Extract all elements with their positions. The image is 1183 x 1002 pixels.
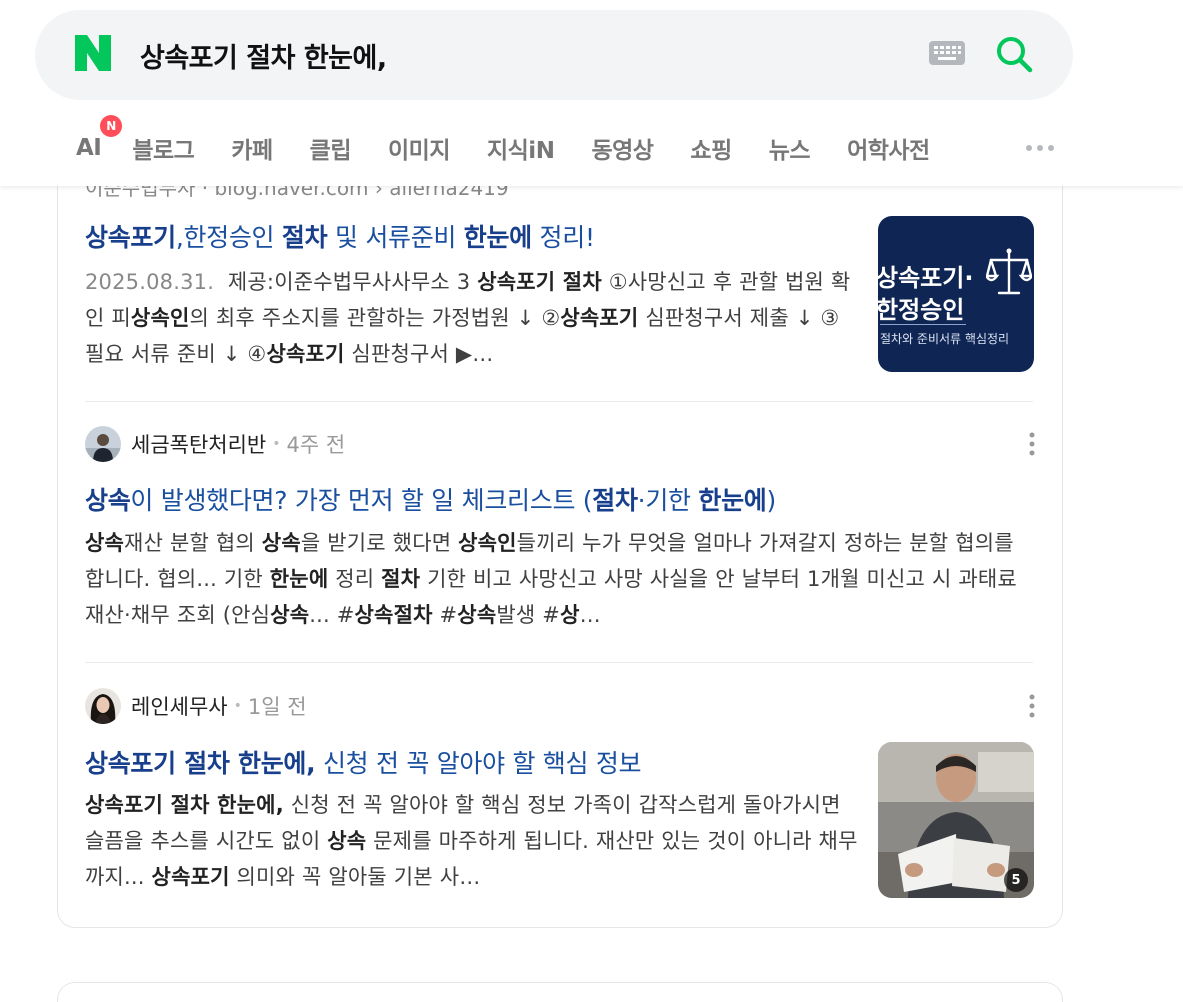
desc-text: 발생 # (496, 603, 561, 627)
search-tabs: AI N 블로그 카페 클립 이미지 지식iN 동영상 쇼핑 뉴스 어학사전 (76, 115, 967, 168)
title-text: ·기한 (637, 486, 699, 515)
search-icon[interactable] (994, 34, 1034, 74)
desc-highlight: 한눈에 (269, 567, 329, 591)
title-text: 이 발생했다면? 가장 먼저 할 일 체크리스트 ( (130, 486, 593, 515)
result-title-2[interactable]: 상속이 발생했다면? 가장 먼저 할 일 체크리스트 (절차·기한 한눈에) (85, 481, 776, 517)
desc-text: 을 받기로 했다면 (300, 531, 459, 555)
tab-news[interactable]: 뉴스 (769, 131, 811, 165)
author-name[interactable]: 세금폭탄처리반 (131, 429, 266, 459)
tab-image[interactable]: 이미지 (388, 131, 450, 165)
desc-text: 심판청구서 ▶… (344, 342, 494, 366)
result-divider (85, 401, 1033, 402)
title-text: 정리! (531, 223, 595, 252)
separator-dot: • (272, 436, 281, 452)
desc-highlight: 상속인 (458, 531, 517, 555)
result-thumbnail-3[interactable]: 5 (878, 742, 1034, 898)
title-highlight: 절차 (592, 486, 638, 515)
tab-shopping[interactable]: 쇼핑 (690, 131, 732, 165)
result-title-3[interactable]: 상속포기 절차 한눈에, 신청 전 꼭 알아야 할 핵심 정보 (85, 744, 642, 780)
desc-highlight: 상속 (270, 603, 310, 627)
kebab-icon[interactable] (1024, 431, 1040, 457)
thumb-subtitle: 절차와 준비서류 핵심정리 (880, 332, 1010, 346)
post-date: 2025.08.31. (85, 270, 215, 294)
result-desc-2[interactable]: 상속재산 분할 협의 상속을 받기로 했다면 상속인들끼리 누가 무엇을 얼마나… (85, 525, 1033, 633)
tab-video[interactable]: 동영상 (591, 131, 653, 165)
desc-highlight: 상속포기 절차 한눈에, (85, 793, 284, 817)
desc-highlight: 상속포기 (560, 306, 639, 330)
desc-text: 정리 (328, 567, 382, 591)
title-highlight: 절차 (281, 223, 328, 252)
title-text: ,한정승인 (175, 223, 282, 252)
tab-dictionary[interactable]: 어학사전 (847, 131, 930, 165)
title-text: ) (766, 486, 776, 515)
desc-highlight: 상속포기 (266, 342, 345, 366)
desc-text: 재산 분할 협의 (124, 531, 262, 555)
desc-text: 의미와 꼭 알아둘 기본 사… (229, 865, 481, 889)
kebab-icon[interactable] (1024, 693, 1040, 719)
post-time: 1일 전 (247, 695, 307, 719)
desc-highlight: 상속 (457, 603, 497, 627)
author-row-3[interactable]: 레인세무사 • 1일 전 (85, 688, 307, 724)
desc-text: ... # (309, 603, 355, 627)
naver-logo-icon[interactable] (72, 34, 114, 72)
desc-text: 의 최후 주소지를 관할하는 가정법원 ↓ ② (189, 306, 561, 330)
scale-icon (986, 248, 1032, 295)
title-highlight: 상속포기 절차 한눈에, (85, 749, 316, 778)
title-highlight: 상속 (85, 486, 131, 515)
author-name[interactable]: 레인세무사 (131, 691, 228, 721)
search-header: 상속포기 절차 한눈에, AI N 블로그 카페 클립 이미지 지식iN 동영상… (0, 0, 1183, 186)
title-highlight: 한눈에 (463, 223, 532, 252)
desc-highlight: 상속 (261, 531, 301, 555)
tab-blog[interactable]: 블로그 (132, 131, 194, 165)
new-badge: N (100, 115, 122, 137)
title-highlight: 상속포기 (85, 223, 176, 252)
tab-label: AI (76, 135, 102, 161)
separator-dot: • (233, 698, 242, 714)
title-highlight: 한눈에 (698, 486, 767, 515)
thumb-title-line1: 상속포기· (878, 264, 974, 292)
thumb-divider (880, 324, 966, 325)
desc-highlight: 상속포기 절차 (477, 270, 602, 294)
title-text: 및 서류준비 (327, 223, 464, 252)
photo-count-badge: 5 (1004, 868, 1028, 892)
result-divider (85, 662, 1033, 663)
result-desc-3[interactable]: 상속포기 절차 한눈에, 신청 전 꼭 알아야 할 핵심 정보 가족이 갑작스럽… (85, 787, 861, 895)
result-desc-1[interactable]: 2025.08.31. 제공:이준수법무사사무소 3 상속포기 절차 ①사망신고… (85, 264, 853, 372)
next-results-card (57, 982, 1063, 1002)
thumb-title-line2: 한정승인 (878, 296, 965, 324)
tab-clip[interactable]: 클립 (310, 131, 352, 165)
avatar[interactable] (85, 688, 121, 724)
desc-highlight: 상속 (85, 531, 125, 555)
result-thumbnail-1[interactable]: 상속포기· 한정승인 절차와 준비서류 핵심정리 (878, 216, 1034, 372)
desc-highlight: 상속절차 (354, 603, 433, 627)
tab-cafe[interactable]: 카페 (231, 131, 273, 165)
desc-text: … (579, 603, 601, 627)
result-title-1[interactable]: 상속포기,한정승인 절차 및 서류준비 한눈에 정리! (85, 218, 595, 254)
search-input[interactable]: 상속포기 절차 한눈에, (140, 36, 387, 75)
post-time: 4주 전 (286, 433, 346, 457)
desc-highlight: 상 (560, 603, 580, 627)
avatar[interactable] (85, 426, 121, 462)
desc-highlight: 상속포기 (151, 865, 230, 889)
author-row-2[interactable]: 세금폭탄처리반 • 4주 전 (85, 426, 345, 462)
keyboard-icon[interactable] (928, 40, 966, 66)
desc-text: 제공:이준수법무사사무소 3 (227, 270, 478, 294)
desc-text: # (432, 603, 458, 627)
more-icon[interactable] (1024, 140, 1056, 156)
desc-highlight: 상속인 (130, 306, 190, 330)
title-text: 신청 전 꼭 알아야 할 핵심 정보 (315, 749, 642, 778)
desc-highlight: 절차 (381, 567, 421, 591)
tab-kin[interactable]: 지식iN (487, 131, 555, 165)
desc-highlight: 상속 (327, 829, 367, 853)
tab-ai[interactable]: AI N (76, 115, 122, 161)
